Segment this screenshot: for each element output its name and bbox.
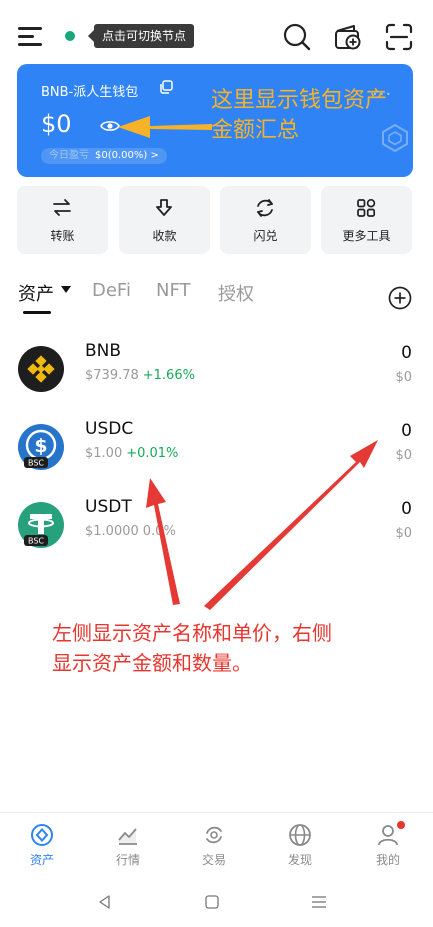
nav-assets[interactable]: 资产: [12, 823, 72, 871]
swap-icon: [257, 199, 273, 217]
asset-row-bnb[interactable]: BNB $739.78 +1.66% 0 $0: [0, 341, 433, 411]
transfer-icon: [53, 199, 71, 216]
add-asset-icon[interactable]: [388, 286, 412, 310]
wallet-balance: $0: [41, 110, 72, 138]
more-tools-icon: [357, 198, 376, 217]
asset-value: $0: [395, 448, 412, 463]
scan-icon[interactable]: [384, 22, 414, 52]
asset-symbol: USDT: [85, 497, 132, 517]
daily-pnl-label: 今日盈亏: [49, 150, 89, 161]
nav-profile-label: 我的: [375, 853, 400, 867]
usdt-logo-icon: BSC: [18, 502, 64, 548]
usdc-logo-icon: $ BSC: [18, 424, 64, 470]
transfer-label: 转账: [50, 229, 75, 243]
tab-defi[interactable]: DeFi: [92, 280, 131, 301]
nav-trade[interactable]: 交易: [184, 823, 244, 871]
bnb-logo-icon: [18, 346, 64, 392]
nav-market-label: 行情: [115, 853, 140, 867]
menu-icon[interactable]: [18, 27, 42, 47]
asset-value: $0: [395, 526, 412, 541]
search-icon[interactable]: [282, 22, 312, 52]
svg-text:$: $: [34, 435, 47, 457]
asset-price: $739.78 +1.66%: [85, 368, 195, 383]
asset-price: $1.00 +0.01%: [85, 446, 178, 461]
asset-symbol: USDC: [85, 419, 134, 439]
tab-nft[interactable]: NFT: [156, 280, 191, 301]
add-wallet-icon[interactable]: [333, 22, 363, 52]
more-tools-button[interactable]: 更多工具: [321, 186, 412, 254]
market-icon: [118, 828, 137, 845]
wallet-name: BNB-派人生钱包: [41, 85, 139, 100]
asset-price: $1.0000 0.0%: [85, 524, 176, 539]
nav-discover-label: 发现: [287, 853, 312, 867]
asset-amount: 0: [401, 421, 412, 441]
asset-price-value: $739.78: [85, 368, 139, 383]
asset-symbol: BNB: [85, 341, 122, 361]
copy-icon[interactable]: [158, 79, 174, 95]
system-home-icon[interactable]: [203, 893, 221, 911]
bottom-nav: 资产 行情 交易 发现 我的: [0, 812, 433, 872]
card-annotation: 这里显示钱包资产 金额汇总: [211, 86, 387, 146]
asset-price-value: $1.0000: [85, 524, 139, 539]
list-annotation-line2: 显示资产金额和数量。: [52, 651, 252, 675]
swap-label: 闪兑: [253, 229, 278, 243]
usdc-chain-tag: BSC: [28, 459, 44, 468]
asset-change: +0.01%: [126, 446, 179, 461]
node-switch-tooltip[interactable]: 点击可切换节点: [87, 24, 195, 48]
asset-change: 0.0%: [142, 524, 176, 539]
node-status-dot[interactable]: [65, 31, 75, 41]
tab-assets[interactable]: 资产: [18, 280, 54, 306]
asset-row-usdt[interactable]: BSC USDT $1.0000 0.0% 0 $0: [0, 497, 433, 567]
assets-dropdown-icon[interactable]: [61, 286, 71, 293]
card-annotation-line2: 金额汇总: [211, 118, 300, 143]
transfer-button[interactable]: 转账: [17, 186, 108, 254]
system-back-icon[interactable]: [96, 893, 114, 911]
top-bar: 点击可切换节点: [0, 18, 433, 58]
receive-label: 收款: [152, 229, 177, 243]
asset-amount: 0: [401, 499, 412, 519]
daily-pnl-pill[interactable]: 今日盈亏 $0(0.00%) >: [41, 148, 167, 164]
eye-icon[interactable]: [100, 119, 120, 133]
discover-icon: [289, 824, 311, 846]
more-tools-label: 更多工具: [342, 229, 391, 243]
nav-profile[interactable]: 我的: [358, 821, 418, 871]
receive-icon: [156, 199, 172, 216]
list-annotation-line1: 左侧显示资产名称和单价，右侧: [52, 621, 332, 645]
asset-amount: 0: [401, 343, 412, 363]
asset-price-value: $1.00: [85, 446, 123, 461]
notification-badge: [397, 821, 405, 829]
nav-assets-label: 资产: [29, 853, 54, 867]
asset-row-usdc[interactable]: $ BSC USDC $1.00 +0.01% 0 $0: [0, 419, 433, 489]
asset-value: $0: [395, 370, 412, 385]
daily-pnl-value: $0(0.00%) >: [95, 150, 159, 161]
assets-icon: [31, 824, 53, 846]
tab-authorization[interactable]: 授权: [218, 280, 254, 306]
trade-icon: [206, 826, 222, 844]
usdt-chain-tag: BSC: [28, 537, 44, 546]
nav-market[interactable]: 行情: [98, 823, 158, 871]
swap-button[interactable]: 闪兑: [220, 186, 311, 254]
card-annotation-line1: 这里显示钱包资产: [211, 88, 388, 113]
asset-change: +1.66%: [142, 368, 195, 383]
receive-button[interactable]: 收款: [119, 186, 210, 254]
nav-discover[interactable]: 发现: [270, 823, 330, 871]
list-annotation: 左侧显示资产名称和单价，右侧 显示资产金额和数量。: [52, 618, 412, 678]
tab-active-indicator: [23, 311, 51, 314]
nav-trade-label: 交易: [201, 853, 226, 867]
system-recents-icon[interactable]: [310, 893, 328, 911]
